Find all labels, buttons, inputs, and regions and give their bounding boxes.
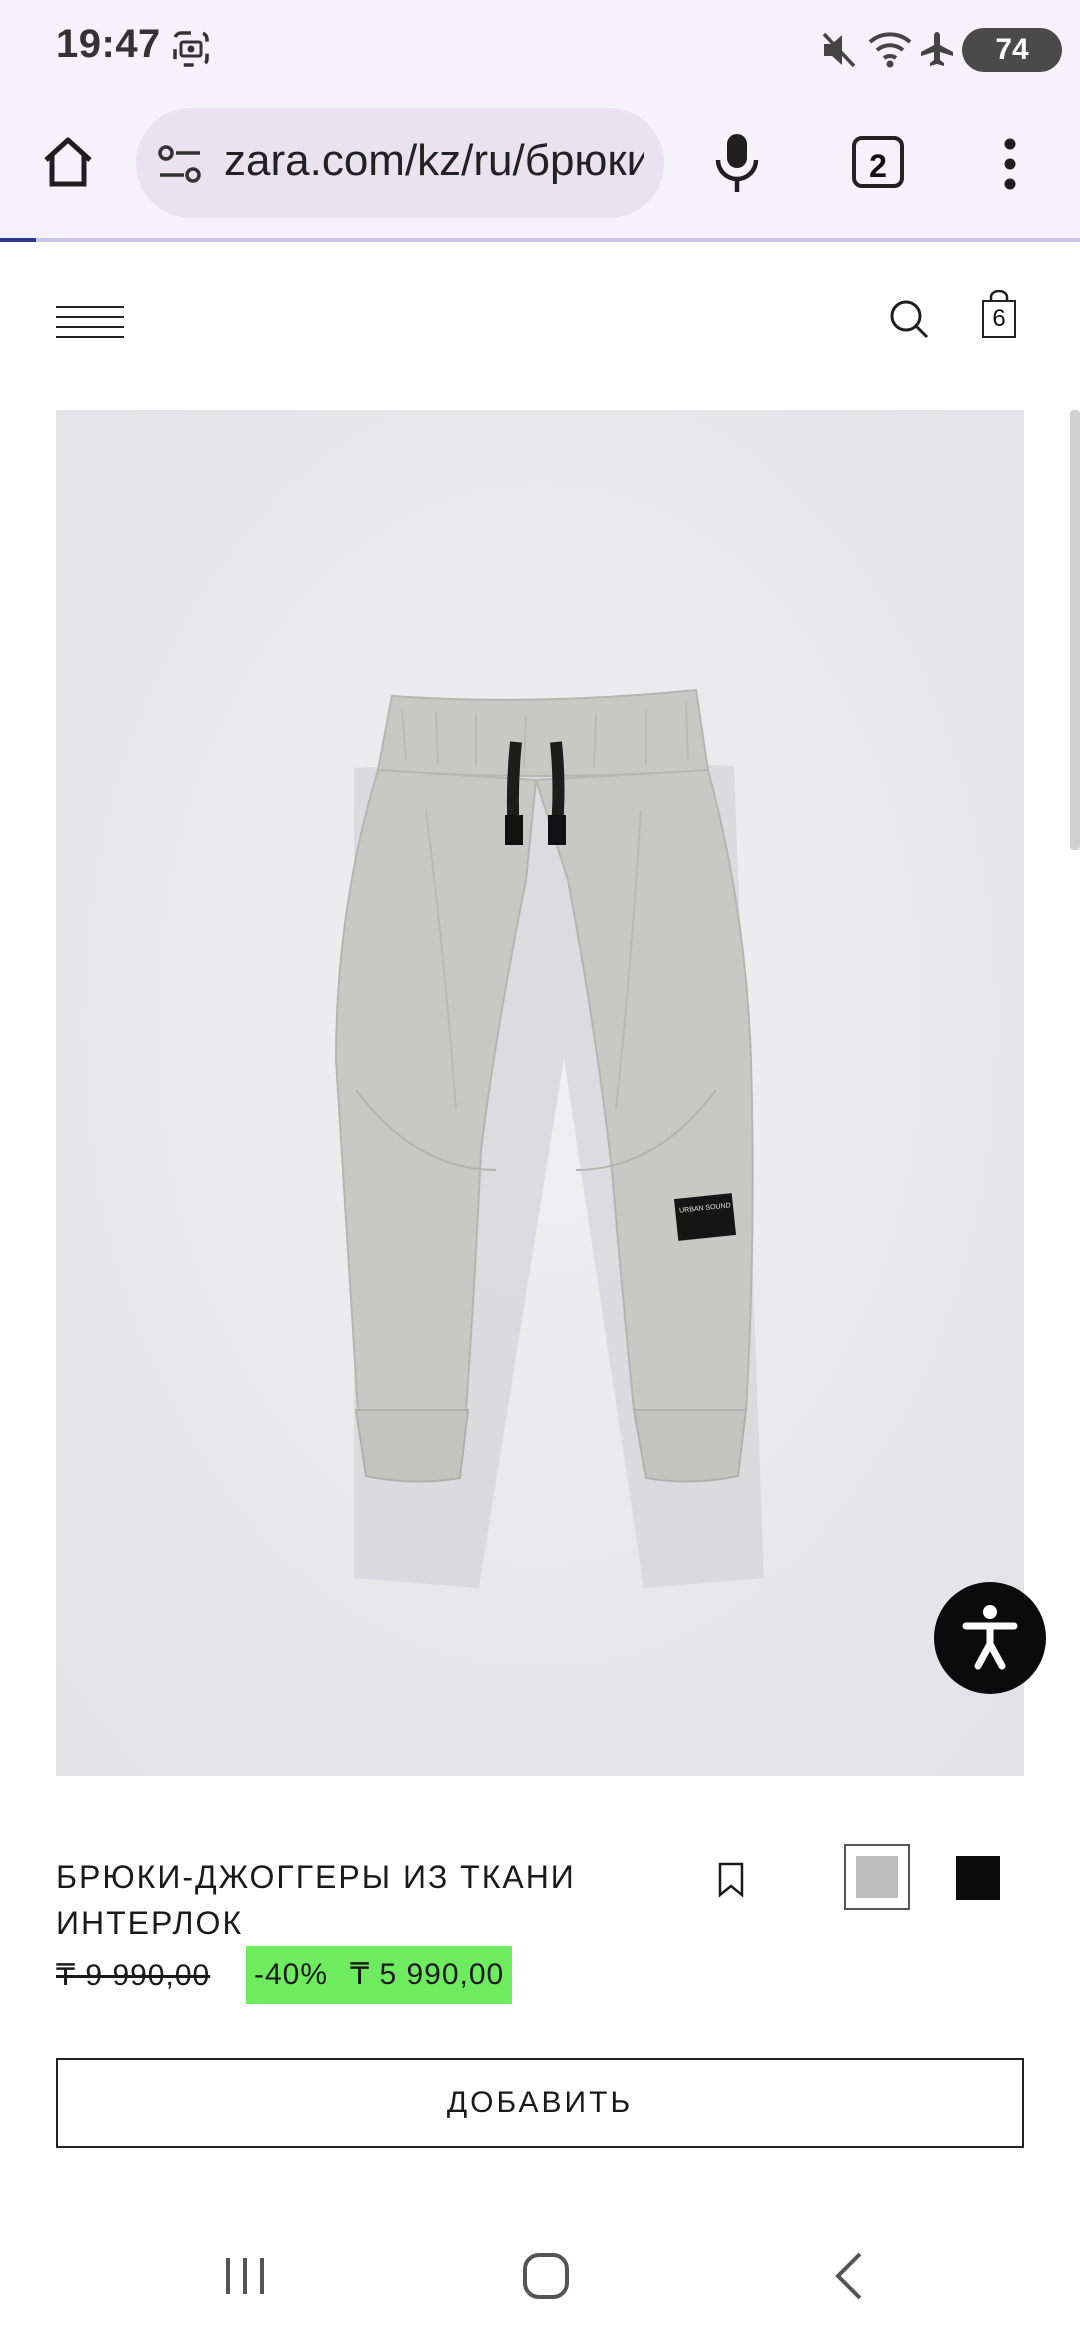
battery-indicator: 74 — [962, 28, 1062, 72]
sale-price-badge: -40% ₸ 5 990,00 — [246, 1946, 513, 2004]
site-settings-icon[interactable] — [156, 142, 204, 186]
bag-icon[interactable]: 6 — [982, 300, 1016, 338]
search-icon[interactable] — [888, 298, 930, 340]
mic-icon[interactable] — [710, 130, 764, 196]
url-text[interactable]: zara.com/kz/ru/брюки — [224, 136, 644, 186]
add-to-cart-button[interactable]: ДОБАВИТЬ — [56, 2058, 1024, 2148]
menu-icon[interactable] — [56, 306, 124, 338]
price-new: ₸ 5 990,00 — [350, 1958, 505, 1991]
back-icon[interactable] — [830, 2250, 870, 2302]
home-nav-icon[interactable] — [520, 2250, 572, 2302]
tab-switcher-button[interactable]: 2 — [852, 136, 904, 188]
home-icon[interactable] — [38, 132, 98, 192]
recent-apps-icon[interactable] — [220, 2254, 270, 2298]
price-old: ₸ 9 990,00 — [56, 1959, 211, 1992]
wifi-icon — [868, 32, 912, 68]
scrollbar-thumb[interactable] — [1070, 410, 1080, 850]
accessibility-button[interactable] — [934, 1582, 1046, 1694]
product-title: БРЮКИ-ДЖОГГЕРЫ ИЗ ТКАНИ ИНТЕРЛОК — [56, 1859, 576, 1941]
page-load-progress — [0, 238, 1080, 242]
product-image[interactable]: URBAN SOUND — [56, 410, 1024, 1776]
airplane-icon — [921, 32, 953, 66]
color-swatch-black[interactable] — [956, 1856, 1000, 1900]
product-photo: URBAN SOUND — [56, 410, 1024, 1776]
status-time: 19:47 — [56, 22, 161, 66]
accessibility-icon — [962, 1605, 1018, 1670]
discount-percent: -40% — [254, 1958, 329, 1991]
more-icon[interactable] — [996, 136, 1024, 192]
color-swatch-grey[interactable] — [856, 1856, 898, 1898]
bookmark-icon[interactable] — [716, 1862, 746, 1898]
screenshot-icon — [173, 31, 209, 67]
page-load-progress-fill — [0, 238, 36, 242]
mute-icon — [822, 32, 856, 68]
